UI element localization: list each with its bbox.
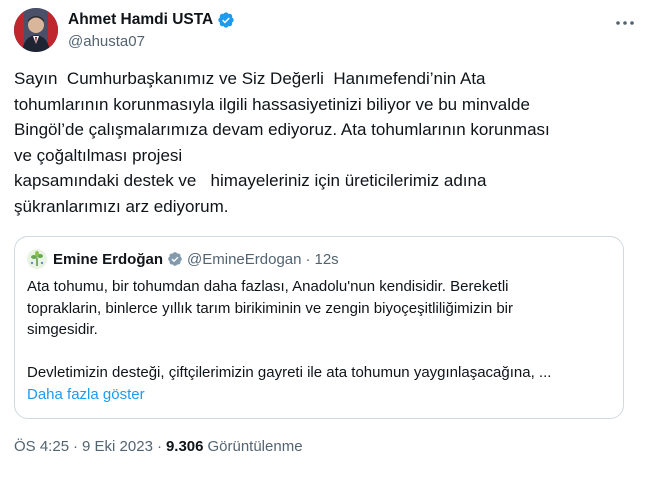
quoted-author-handle: @EmineErdogan bbox=[187, 250, 302, 268]
quoted-author-display-name: Emine Erdoğan bbox=[53, 250, 164, 268]
author-info: Ahmet Hamdi USTA @ahusta07 bbox=[68, 10, 235, 50]
quoted-tweet-header: Emine Erdoğan @EmineErdogan · 12s bbox=[27, 248, 611, 270]
views-count: 9.306 bbox=[165, 438, 204, 455]
more-options-button[interactable] bbox=[613, 10, 637, 34]
tweet-time[interactable]: ÖS 4:25 bbox=[14, 438, 69, 455]
author-handle[interactable]: @ahusta07 bbox=[68, 33, 235, 50]
profile-photo bbox=[14, 8, 58, 52]
show-more-link[interactable]: Daha fazla göster bbox=[27, 386, 611, 403]
more-options-icon bbox=[615, 13, 635, 31]
tweet-date[interactable]: 9 Eki 2023 bbox=[82, 438, 153, 455]
meta-separator: · bbox=[73, 438, 79, 455]
tweet-text: Sayın Cumhurbaşkanımız ve Siz Değerli Ha… bbox=[14, 69, 550, 216]
quoted-author-avatar bbox=[27, 249, 47, 269]
verified-badge-icon bbox=[167, 251, 183, 267]
quoted-timestamp: 12s bbox=[314, 250, 339, 268]
meta-separator: · bbox=[305, 250, 311, 268]
tweet-footer: ÖS 4:25 · 9 Eki 2023 · 9.306 Görüntülenm… bbox=[14, 438, 303, 455]
author-avatar[interactable] bbox=[14, 8, 58, 52]
quoted-tweet[interactable]: Emine Erdoğan @EmineErdogan · 12s Ata to… bbox=[14, 236, 624, 419]
tweet-header: Ahmet Hamdi USTA @ahusta07 bbox=[14, 8, 641, 56]
author-display-name[interactable]: Ahmet Hamdi USTA bbox=[68, 11, 213, 29]
quoted-tweet-text: Ata tohumu, bir tohumdan daha fazlası, A… bbox=[27, 278, 552, 381]
meta-separator: · bbox=[156, 438, 162, 455]
verified-badge-icon bbox=[217, 11, 235, 29]
views-label: Görüntülenme bbox=[207, 438, 303, 455]
